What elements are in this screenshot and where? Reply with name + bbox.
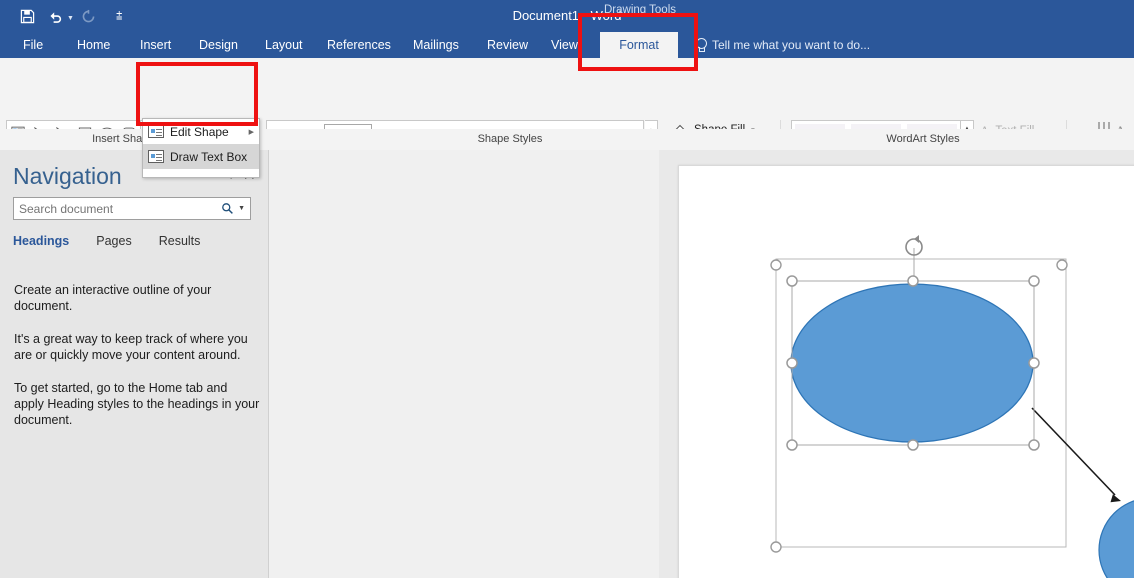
handle-top-left bbox=[786, 275, 798, 287]
rotate-handle-icon bbox=[905, 235, 923, 281]
draw-text-box-highlight bbox=[136, 62, 258, 126]
search-input-field[interactable] bbox=[19, 201, 222, 216]
submenu-caret-icon: ▶ bbox=[248, 128, 254, 136]
tab-layout[interactable]: Layout bbox=[256, 32, 312, 58]
tab-home[interactable]: Home bbox=[68, 32, 119, 58]
handle-middle-left bbox=[786, 357, 798, 369]
navigation-tabs: Headings Pages Results bbox=[13, 234, 200, 248]
navigation-title: Navigation bbox=[13, 163, 122, 189]
tab-design[interactable]: Design bbox=[190, 32, 247, 58]
handle-bottom-right bbox=[1028, 439, 1040, 451]
shapes-dropdown-menu: Edit Shape ▶ Draw Text Box bbox=[142, 118, 260, 178]
menu-item-draw-text-box-label: Draw Text Box bbox=[170, 149, 248, 164]
group-label-shape-styles: Shape Styles bbox=[477, 133, 543, 145]
nav-tab-results[interactable]: Results bbox=[159, 234, 201, 248]
tell-me-placeholder: Tell me what you want to do... bbox=[712, 38, 871, 52]
canvas-handle-bottom-left bbox=[770, 541, 782, 553]
handle-bottom-left bbox=[786, 439, 798, 451]
arrow-connector bbox=[1031, 407, 1121, 503]
draw-text-box-icon bbox=[148, 150, 164, 163]
tab-file[interactable]: File bbox=[14, 32, 52, 58]
ellipse-shape bbox=[790, 283, 1034, 443]
tab-review[interactable]: Review bbox=[478, 32, 537, 58]
ribbon-tab-strip: File Home Insert Design Layout Reference… bbox=[0, 32, 1134, 58]
search-dropdown-caret-icon[interactable]: ▼ bbox=[238, 205, 245, 212]
handle-bottom-center bbox=[907, 439, 919, 451]
search-icon[interactable] bbox=[221, 202, 234, 215]
title-bar: ▼ ⩲ Document1 - Word Drawing Tools bbox=[0, 0, 1134, 32]
drawing-canvas[interactable] bbox=[269, 150, 1134, 578]
tell-me-box[interactable]: Tell me what you want to do... bbox=[695, 32, 870, 58]
circle-shape bbox=[1098, 500, 1134, 578]
handle-middle-right bbox=[1028, 357, 1040, 369]
navigation-help-text: Create an interactive outline of your do… bbox=[14, 282, 260, 445]
document-area[interactable] bbox=[269, 150, 1134, 578]
tab-mailings[interactable]: Mailings bbox=[404, 32, 468, 58]
edit-shape-icon bbox=[148, 125, 164, 138]
handle-top-right bbox=[1028, 275, 1040, 287]
canvas-handle-top-right bbox=[1056, 259, 1068, 271]
menu-item-draw-text-box[interactable]: Draw Text Box bbox=[143, 144, 259, 169]
word-window: ▼ ⩲ Document1 - Word Drawing Tools File … bbox=[0, 0, 1134, 578]
navigation-pane: Navigation ▼ ✕ ▼ Headings Pages Results … bbox=[0, 150, 269, 578]
tab-insert[interactable]: Insert bbox=[131, 32, 180, 58]
nav-paragraph: Create an interactive outline of your do… bbox=[14, 283, 212, 313]
nav-paragraph: It's a great way to keep track of where … bbox=[14, 332, 248, 362]
handle-top-center bbox=[907, 275, 919, 287]
nav-tab-pages[interactable]: Pages bbox=[96, 234, 131, 248]
document-title: Document1 - Word bbox=[512, 8, 622, 23]
format-tab-highlight bbox=[578, 13, 698, 71]
tab-references[interactable]: References bbox=[318, 32, 400, 58]
menu-item-edit-shape-label: Edit Shape bbox=[170, 124, 229, 139]
nav-paragraph: To get started, go to the Home tab and a… bbox=[14, 381, 260, 427]
group-label-wordart-styles: WordArt Styles bbox=[886, 133, 960, 145]
canvas-handle-top-left bbox=[770, 259, 782, 271]
nav-tab-headings[interactable]: Headings bbox=[13, 234, 69, 248]
search-input[interactable]: ▼ bbox=[13, 197, 251, 220]
